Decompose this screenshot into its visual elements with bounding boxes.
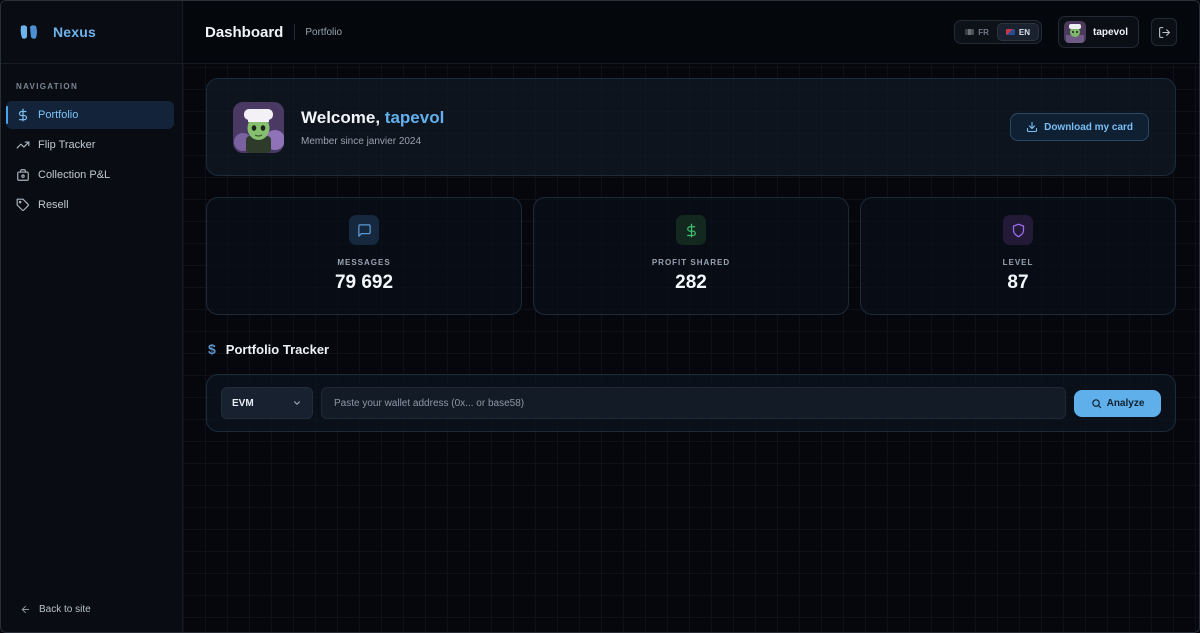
dollar-icon — [16, 108, 30, 122]
language-code: EN — [1018, 27, 1030, 37]
sidebar-item-label: Flip Tracker — [38, 139, 96, 151]
stat-card-profit-shared: PROFIT SHARED 282 — [533, 197, 849, 315]
sidebar: Nexus NAVIGATION Portfolio Flip Tracker — [1, 1, 183, 632]
download-card-label: Download my card — [1044, 121, 1133, 133]
stat-label: MESSAGES — [337, 258, 391, 267]
top-bar: Dashboard Portfolio FR EN tapevol — [183, 1, 1199, 64]
content: Welcome, tapevol Member since janvier 20… — [183, 64, 1199, 432]
sidebar-item-label: Portfolio — [38, 109, 79, 121]
breadcrumb-divider — [294, 24, 296, 40]
section-title: $ Portfolio Tracker — [208, 341, 1176, 357]
search-icon — [1091, 398, 1101, 408]
logo-icon — [20, 25, 37, 39]
avatar — [233, 101, 284, 153]
main-area: Dashboard Portfolio FR EN tapevol Welcom… — [183, 1, 1199, 632]
sidebar-nav: Portfolio Flip Tracker Collection P&L Re… — [1, 101, 182, 219]
logout-icon — [1158, 26, 1170, 38]
welcome-greeting: Welcome, — [301, 107, 381, 127]
breadcrumb: Portfolio — [305, 26, 343, 38]
wallet-address-input[interactable] — [321, 387, 1066, 419]
language-switcher: FR EN — [954, 20, 1042, 44]
tag-icon — [16, 198, 30, 212]
stat-label: PROFIT SHARED — [651, 258, 731, 267]
chevron-down-icon — [293, 401, 301, 405]
stat-value: 87 — [1007, 272, 1029, 293]
user-menu[interactable]: tapevol — [1057, 16, 1139, 48]
stats-row: MESSAGES 79 692 PROFIT SHARED 282 LEVEL … — [206, 197, 1176, 315]
arrow-left-icon — [21, 605, 30, 614]
analyze-label: Analyze — [1106, 397, 1145, 409]
page-title: Dashboard — [205, 23, 284, 41]
message-icon — [349, 215, 379, 245]
chain-select-value: EVM — [232, 397, 254, 409]
member-since: Member since janvier 2024 — [301, 135, 422, 147]
stat-value: 282 — [675, 272, 707, 293]
stat-label: LEVEL — [1002, 258, 1034, 267]
chain-select[interactable]: EVM — [221, 387, 313, 419]
sidebar-item-portfolio[interactable]: Portfolio — [6, 101, 174, 129]
tracker-title: Portfolio Tracker — [225, 341, 330, 357]
back-to-site-label: Back to site — [39, 604, 91, 615]
sidebar-item-flip-tracker[interactable]: Flip Tracker — [6, 131, 174, 159]
welcome-text: Welcome, tapevol Member since janvier 20… — [301, 108, 444, 147]
welcome-username: tapevol — [384, 107, 445, 127]
dollar-icon — [676, 215, 706, 245]
app-window: Nexus NAVIGATION Portfolio Flip Tracker — [0, 0, 1200, 633]
username: tapevol — [1092, 26, 1128, 38]
analyze-button[interactable]: Analyze — [1074, 389, 1161, 417]
back-to-site-link[interactable]: Back to site — [20, 604, 91, 615]
sidebar-item-label: Collection P&L — [38, 169, 111, 181]
dollar-icon: $ — [208, 341, 216, 357]
stat-card-messages: MESSAGES 79 692 — [206, 197, 522, 315]
brand-name: Nexus — [53, 24, 97, 40]
welcome-card: Welcome, tapevol Member since janvier 20… — [206, 78, 1176, 176]
nav-section-title: NAVIGATION — [16, 82, 79, 91]
language-option-en[interactable]: EN — [996, 23, 1039, 41]
download-card-button[interactable]: Download my card — [1010, 113, 1149, 141]
sidebar-item-label: Resell — [38, 199, 69, 211]
welcome-heading: Welcome, tapevol — [301, 108, 444, 128]
trending-up-icon — [16, 138, 30, 152]
sidebar-item-resell[interactable]: Resell — [6, 191, 174, 219]
download-icon — [1027, 121, 1038, 133]
sidebar-item-collection-pl[interactable]: Collection P&L — [6, 161, 174, 189]
avatar — [1063, 21, 1086, 43]
portfolio-tracker-bar: EVM Analyze — [206, 374, 1176, 432]
brand[interactable]: Nexus — [1, 1, 182, 64]
flag-uk-icon — [1005, 29, 1015, 35]
stat-value: 79 692 — [334, 272, 394, 293]
flag-fr-icon — [965, 29, 975, 35]
shield-icon — [1003, 215, 1033, 245]
logout-button[interactable] — [1151, 18, 1177, 46]
briefcase-icon — [16, 168, 30, 182]
language-option-fr[interactable]: FR — [957, 23, 997, 41]
language-code: FR — [978, 27, 989, 37]
stat-card-level: LEVEL 87 — [860, 197, 1176, 315]
